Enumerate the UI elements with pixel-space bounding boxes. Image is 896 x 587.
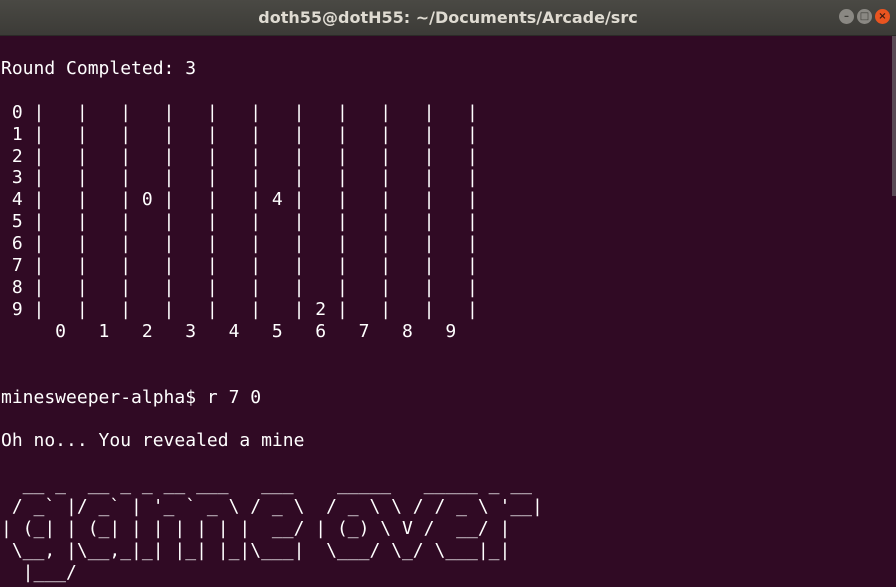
terminal-line: 1 | | | | | | | | | | | — [1, 123, 478, 145]
maximize-icon[interactable]: □ — [857, 9, 872, 24]
terminal-line: 9 | | | | | | | 2 | | | | — [1, 298, 478, 320]
window-controls: – □ × — [839, 9, 890, 24]
terminal-line: 0 1 2 3 4 5 6 7 8 9 — [1, 320, 457, 342]
terminal-window: doth55@dotH55: ~/Documents/Arcade/src – … — [0, 0, 896, 587]
terminal-line: \__, |\__,_|_| |_| |_|\___| \___/ \_/ \_… — [1, 539, 511, 561]
scrollbar[interactable] — [892, 36, 896, 196]
terminal-line: 2 | | | | | | | | | | | — [1, 145, 478, 167]
terminal-line: 4 | | | 0 | | | 4 | | | | | — [1, 189, 478, 211]
terminal-line: |___/ — [1, 561, 77, 583]
window-title: doth55@dotH55: ~/Documents/Arcade/src — [258, 8, 638, 27]
terminal-line: 3 | | | | | | | | | | | — [1, 167, 478, 189]
terminal-line: | (_| | (_| | | | | | | __/ | (_) \ V / … — [1, 517, 511, 539]
close-icon[interactable]: × — [875, 9, 890, 24]
terminal-line: 0 | | | | | | | | | | | — [1, 101, 478, 123]
terminal-line: Oh no... You revealed a mine — [1, 430, 305, 452]
terminal-line: 6 | | | | | | | | | | | — [1, 233, 478, 255]
terminal-body[interactable]: Round Completed: 3 0 | | | | | | | | | |… — [0, 36, 896, 587]
terminal-line: / _` |/ _` | '_ ` _ \ / _ \ / _ \ \ / / … — [1, 496, 543, 518]
terminal-line: __ _ __ _ _ __ ___ ___ _____ _____ _ __ — [1, 474, 533, 496]
terminal-line: minesweeper-alpha$ r 7 0 — [1, 386, 262, 408]
terminal-line: 7 | | | | | | | | | | | — [1, 255, 478, 277]
terminal-line: 5 | | | | | | | | | | | — [1, 211, 478, 233]
terminal-output: Round Completed: 3 0 | | | | | | | | | |… — [0, 36, 896, 584]
minimize-icon[interactable]: – — [839, 9, 854, 24]
title-bar[interactable]: doth55@dotH55: ~/Documents/Arcade/src – … — [0, 0, 896, 36]
terminal-line: Round Completed: 3 — [1, 57, 197, 79]
terminal-line: 8 | | | | | | | | | | | — [1, 276, 478, 298]
